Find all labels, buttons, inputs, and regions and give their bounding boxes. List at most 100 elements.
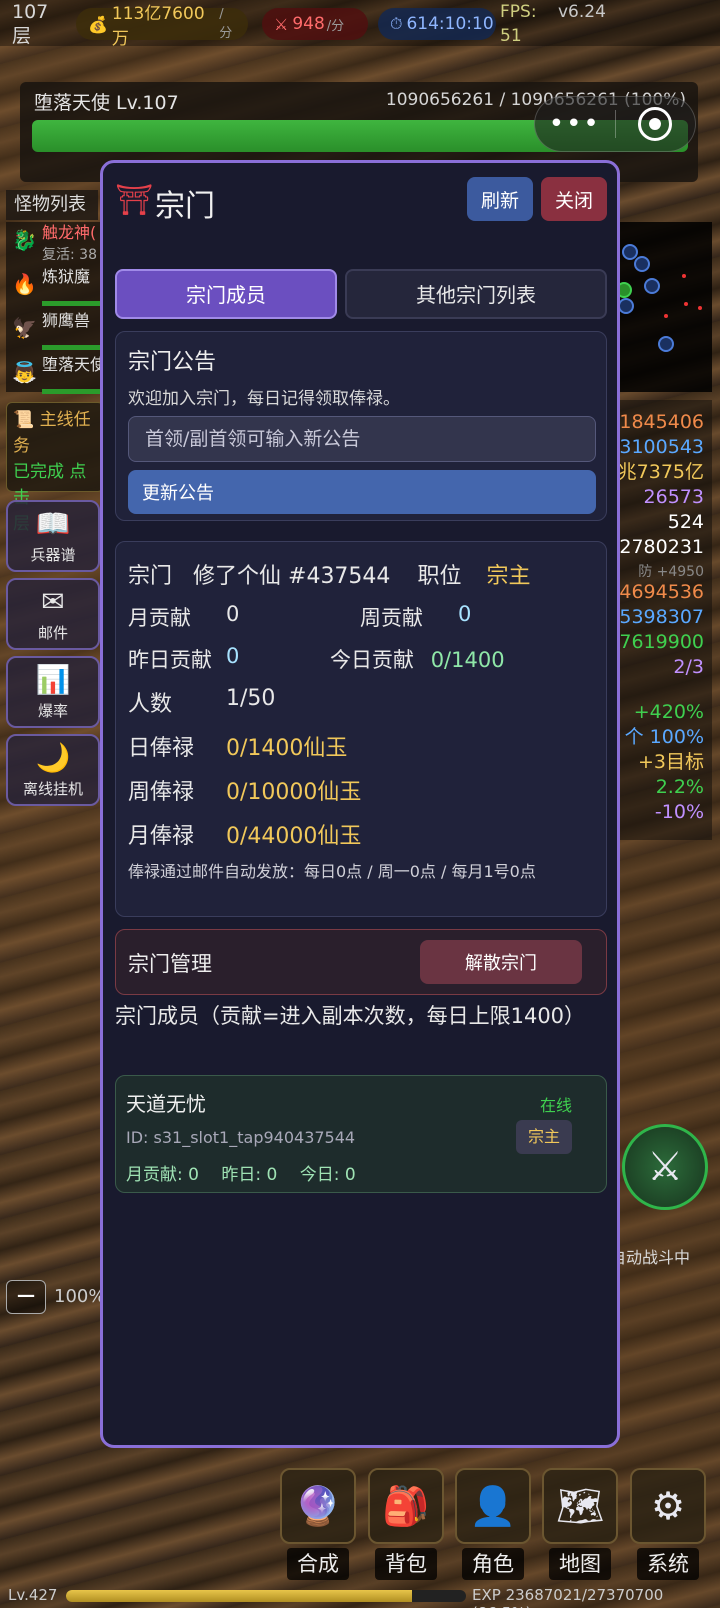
quest-title: 📜 主线任务 <box>13 410 91 456</box>
member-online-status: 在线 <box>539 1096 572 1115</box>
nav-label: 角色 <box>462 1548 524 1580</box>
minimap-marker <box>658 336 674 352</box>
more-menu-icon[interactable]: ••• <box>535 109 615 139</box>
nav-label: 地图 <box>549 1548 611 1580</box>
stat-value: 4694536 <box>619 581 704 603</box>
monster-name: 触龙神( <box>42 223 97 242</box>
monster-name: 堕落天使 <box>42 355 104 374</box>
monster-list: 🐉 触龙神( 复活: 38 🔥 炼狱魔 🦅 狮鹰兽 👼 堕落天使 <box>6 222 104 394</box>
announcement-input[interactable] <box>128 416 596 462</box>
monthly-salary-row: 月俸禄 0/44000仙玉 <box>128 818 361 850</box>
today-contrib-row: 今日贡献 0/1400 <box>330 644 505 674</box>
refresh-button[interactable]: 刷新 <box>467 177 533 221</box>
month-contrib-row: 月贡献 0 <box>128 602 239 632</box>
member-name: 天道无忧 <box>126 1092 206 1116</box>
gold-rate-value: 113亿7600万 <box>111 4 205 49</box>
mail-label: 邮件 <box>37 624 68 642</box>
attack-rate-chip: ⚔ 948 /分 <box>262 8 368 40</box>
monster-hp-bar <box>42 345 102 350</box>
weapons-button[interactable]: 📖 兵器谱 <box>6 500 100 572</box>
monster-hp-bar <box>42 301 102 306</box>
minimap-enemy-dot <box>698 306 702 310</box>
gear-icon: ⚙ <box>630 1468 706 1544</box>
yesterday-contrib-row: 昨日贡献 0 <box>128 644 239 674</box>
weekly-salary-label: 周俸禄 <box>128 780 195 805</box>
moon-icon: 🌙 <box>35 741 71 774</box>
attack-rate-unit: /分 <box>326 18 345 34</box>
crystal-ball-icon: 🔮 <box>280 1468 356 1544</box>
exit-target-button[interactable] <box>616 107 696 141</box>
member-contribution: 月贡献: 0 昨日: 0 今日: 0 <box>126 1165 356 1185</box>
announcement-card: 宗门公告 欢迎加入宗门，每日记得领取俸禄。 更新公告 <box>115 331 607 521</box>
droprate-button[interactable]: 📊 爆率 <box>6 656 100 728</box>
minimap[interactable] <box>604 222 712 392</box>
offline-idle-button[interactable]: 🌙 离线挂机 <box>6 734 100 806</box>
week-contrib-label: 周贡献 <box>360 606 423 630</box>
member-count-label: 人数 <box>128 692 173 717</box>
stat-value: 2.2% <box>655 776 704 798</box>
zoom-level: 100% <box>54 1286 106 1307</box>
yesterday-contrib-value: 0 <box>226 644 240 668</box>
main-quest-panel[interactable]: 📜 主线任务 已完成 点击 层 <box>6 402 104 534</box>
floor-indicator: 107层 <box>12 1 49 47</box>
weekly-salary-value: 0/10000仙玉 <box>226 780 362 805</box>
stat-value: 兆7375亿 <box>617 461 704 483</box>
daily-salary-value: 0/1400仙玉 <box>226 736 348 761</box>
nav-synthesis[interactable]: 🔮 合成 <box>280 1468 356 1588</box>
update-announcement-button[interactable]: 更新公告 <box>128 470 596 514</box>
member-id: ID: s31_slot1_tap940437544 <box>126 1128 356 1147</box>
timer-chip: ⏱ 614:10:10 <box>378 8 496 40</box>
member-role-badge: 宗主 <box>516 1120 572 1154</box>
nav-label: 背包 <box>375 1548 437 1580</box>
minimap-enemy-dot <box>682 274 686 278</box>
today-contrib-label: 今日贡献 <box>330 648 414 672</box>
close-button[interactable]: 关闭 <box>541 177 607 221</box>
fps-counter: FPS: 51 <box>500 2 537 46</box>
week-contrib-value: 0 <box>458 602 472 626</box>
monster-row[interactable]: 👼 堕落天使 <box>6 354 104 398</box>
monster-hp-bar <box>42 389 102 394</box>
nav-character[interactable]: 👤 角色 <box>455 1468 531 1588</box>
sect-management-card: 宗门管理 解散宗门 <box>115 929 607 995</box>
monthly-salary-value: 0/44000仙玉 <box>226 824 362 849</box>
version-label: v6.24 <box>558 2 606 22</box>
droprate-label: 爆率 <box>37 702 68 720</box>
nav-system[interactable]: ⚙ 系统 <box>630 1468 706 1588</box>
sect-info-card: 宗门 修了个仙 #437544 职位 宗主 月贡献 0 周贡献 0 昨日贡献 0… <box>115 541 607 917</box>
stat-value: 7619900 <box>619 631 704 653</box>
auto-battle-button[interactable]: ⚔ <box>622 1124 708 1210</box>
monster-row[interactable]: 🔥 炼狱魔 <box>6 266 104 310</box>
tab-other-sects[interactable]: 其他宗门列表 <box>345 269 607 319</box>
monster-row[interactable]: 🦅 狮鹰兽 <box>6 310 104 354</box>
monthly-salary-label: 月俸禄 <box>128 824 195 849</box>
stat-value: 2/3 <box>673 656 704 678</box>
character-icon: 👤 <box>455 1468 531 1544</box>
tab-sect-members[interactable]: 宗门成员 <box>115 269 337 319</box>
stat-value: 1845406 <box>619 411 704 433</box>
zoom-out-button[interactable]: − <box>6 1280 46 1314</box>
members-section-title: 宗门成员（贡献=进入副本次数，每日上限1400） <box>115 1004 586 1028</box>
monster-list-title: 怪物列表 <box>6 190 98 220</box>
stat-value: 个 100% <box>624 726 704 748</box>
weapons-label: 兵器谱 <box>30 546 76 564</box>
exp-fill <box>66 1590 412 1602</box>
torii-gate-icon: ⛩ <box>115 183 154 218</box>
target-icon <box>638 107 673 141</box>
mail-button[interactable]: ✉ 邮件 <box>6 578 100 650</box>
minimap-marker <box>618 298 634 314</box>
member-card[interactable]: 天道无忧 在线 ID: s31_slot1_tap940437544 宗主 月贡… <box>115 1075 607 1193</box>
daily-salary-row: 日俸禄 0/1400仙玉 <box>128 730 347 762</box>
gold-rate-unit: /分 <box>219 7 233 41</box>
stat-value: +3目标 <box>637 751 704 773</box>
map-icon: 🗺 <box>542 1468 618 1544</box>
mail-icon: ✉ <box>41 585 65 618</box>
nav-backpack[interactable]: 🎒 背包 <box>368 1468 444 1588</box>
modal-title: 宗门 <box>155 189 215 224</box>
disband-sect-button[interactable]: 解散宗门 <box>420 940 582 984</box>
month-contrib-value: 0 <box>226 602 240 626</box>
weekly-salary-row: 周俸禄 0/10000仙玉 <box>128 774 361 806</box>
monster-row[interactable]: 🐉 触龙神( 复活: 38 <box>6 222 104 266</box>
money-bag-icon: 💰 <box>88 14 108 34</box>
monster-name: 炼狱魔 <box>42 267 91 286</box>
nav-map[interactable]: 🗺 地图 <box>542 1468 618 1588</box>
